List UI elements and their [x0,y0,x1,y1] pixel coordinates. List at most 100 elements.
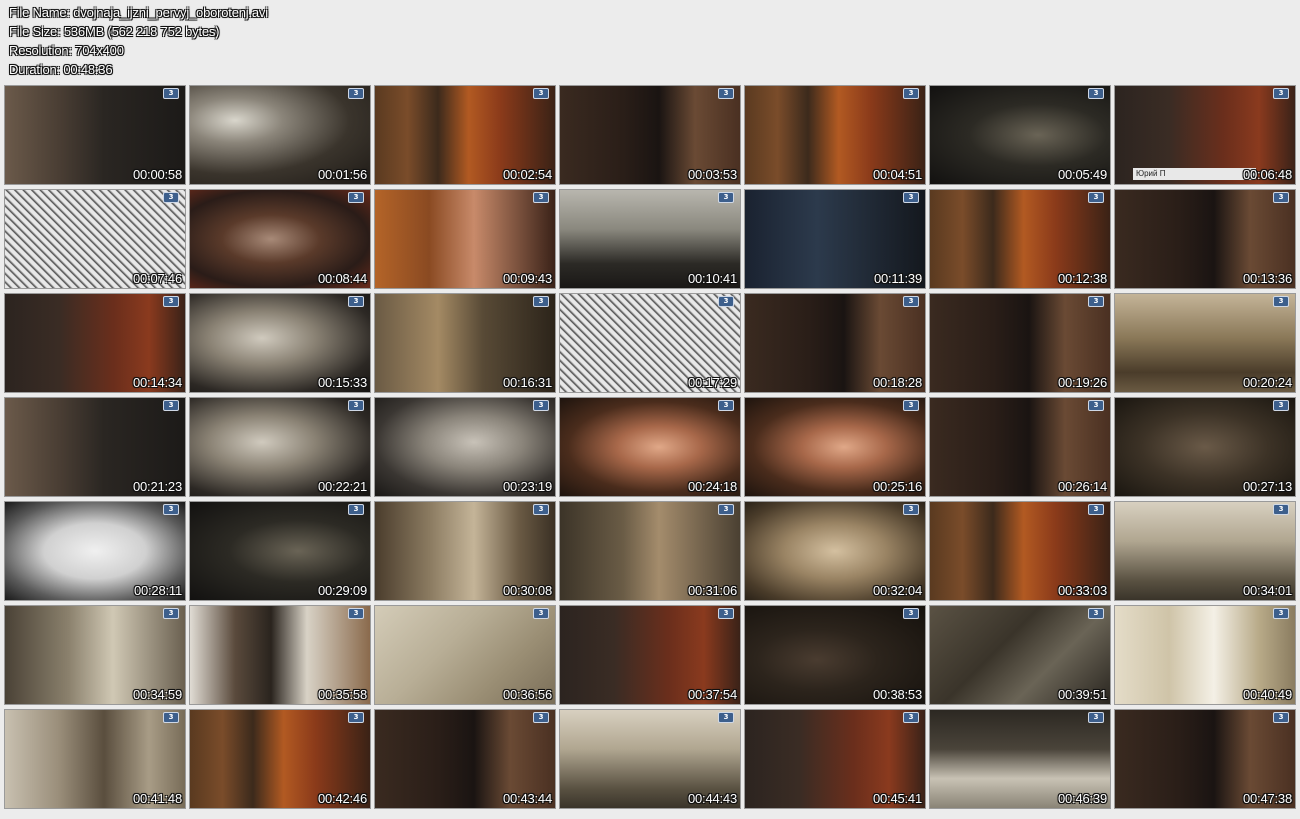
thumbnail-frame[interactable]: 3 00:01:56 [189,85,371,185]
channel-logo-icon: 3 [718,296,734,307]
thumbnail-frame[interactable]: 3 00:34:01 [1114,501,1296,601]
thumbnail-frame[interactable]: 3 00:46:39 [929,709,1111,809]
channel-logo-icon: 3 [1088,608,1104,619]
frame-timestamp: 00:38:53 [872,687,922,702]
thumbnail-frame[interactable]: 3 00:30:08 [374,501,556,601]
frame-timestamp: 00:13:36 [1242,271,1292,286]
thumbnail-frame[interactable]: 3 00:36:56 [374,605,556,705]
thumbnail-frame[interactable]: 3 00:15:33 [189,293,371,393]
thumbnail-frame[interactable]: 3 00:32:04 [744,501,926,601]
frame-timestamp: 00:20:24 [1242,375,1292,390]
channel-logo-icon: 3 [1088,192,1104,203]
thumbnail-frame[interactable]: 3 00:12:38 [929,189,1111,289]
thumbnail-frame[interactable]: 3 00:37:54 [559,605,741,705]
channel-logo-icon: 3 [1273,192,1289,203]
thumbnail-frame[interactable]: 3 Юрий П 00:06:48 [1114,85,1296,185]
channel-logo-icon: 3 [1273,296,1289,307]
frame-timestamp: 00:08:44 [317,271,367,286]
thumbnail-frame[interactable]: 3 00:17:29 [559,293,741,393]
thumbnail-frame[interactable]: 3 00:47:38 [1114,709,1296,809]
channel-logo-icon: 3 [1273,712,1289,723]
thumbnail-frame[interactable]: 3 00:34:59 [4,605,186,705]
duration-text: Duration: 00:48:36 [9,62,113,77]
thumbnail-frame[interactable]: 3 00:11:39 [744,189,926,289]
thumbnail-frame[interactable]: 3 00:08:44 [189,189,371,289]
thumbnail-frame[interactable]: 3 00:21:23 [4,397,186,497]
frame-timestamp: 00:28:11 [133,583,182,598]
thumbnail-frame[interactable]: 3 00:20:24 [1114,293,1296,393]
frame-timestamp: 00:09:43 [502,271,552,286]
channel-logo-icon: 3 [533,608,549,619]
thumbnail-frame[interactable]: 3 00:35:58 [189,605,371,705]
thumbnail-frame[interactable]: 3 00:07:46 [4,189,186,289]
thumbnail-frame[interactable]: 3 00:00:58 [4,85,186,185]
thumbnail-frame[interactable]: 3 00:38:53 [744,605,926,705]
thumbnail-frame[interactable]: 3 00:16:31 [374,293,556,393]
thumbnail-frame[interactable]: 3 00:02:54 [374,85,556,185]
frame-timestamp: 00:18:28 [872,375,922,390]
frame-timestamp: 00:29:09 [317,583,367,598]
channel-logo-icon: 3 [163,400,179,411]
channel-logo-icon: 3 [1088,296,1104,307]
frame-timestamp: 00:43:44 [502,791,552,806]
thumbnail-frame[interactable]: 3 00:28:11 [4,501,186,601]
channel-logo-icon: 3 [1273,88,1289,99]
thumbnail-frame[interactable]: 3 00:39:51 [929,605,1111,705]
thumbnail-frame[interactable]: 3 00:42:46 [189,709,371,809]
frame-timestamp: 00:11:39 [873,271,922,286]
frame-timestamp: 00:22:21 [317,479,367,494]
thumbnail-frame[interactable]: 3 00:43:44 [374,709,556,809]
channel-logo-icon: 3 [718,400,734,411]
channel-logo-icon: 3 [348,296,364,307]
channel-logo-icon: 3 [718,608,734,619]
channel-logo-icon: 3 [163,192,179,203]
thumbnail-frame[interactable]: 3 00:23:19 [374,397,556,497]
thumbnail-frame[interactable]: 3 00:31:06 [559,501,741,601]
thumbnail-frame[interactable]: 3 00:18:28 [744,293,926,393]
thumbnail-frame[interactable]: 3 00:14:34 [4,293,186,393]
frame-timestamp: 00:10:41 [687,271,737,286]
frame-timestamp: 00:06:48 [1242,167,1292,182]
channel-logo-icon: 3 [1273,608,1289,619]
frame-timestamp: 00:07:46 [132,271,182,286]
thumbnail-frame[interactable]: 3 00:26:14 [929,397,1111,497]
thumbnail-frame[interactable]: 3 00:22:21 [189,397,371,497]
channel-logo-icon: 3 [718,192,734,203]
thumbnail-frame[interactable]: 3 00:10:41 [559,189,741,289]
thumbnail-frame[interactable]: 3 00:24:18 [559,397,741,497]
thumbnail-frame[interactable]: 3 00:03:53 [559,85,741,185]
channel-logo-icon: 3 [903,296,919,307]
frame-timestamp: 00:30:08 [502,583,552,598]
thumbnail-frame[interactable]: 3 00:40:49 [1114,605,1296,705]
frame-timestamp: 00:14:34 [132,375,182,390]
thumbnail-frame[interactable]: 3 00:09:43 [374,189,556,289]
frame-timestamp: 00:21:23 [132,479,182,494]
frame-timestamp: 00:34:59 [132,687,182,702]
frame-timestamp: 00:47:38 [1242,791,1292,806]
thumbnail-frame[interactable]: 3 00:19:26 [929,293,1111,393]
channel-logo-icon: 3 [903,88,919,99]
channel-logo-icon: 3 [903,712,919,723]
frame-timestamp: 00:00:58 [132,167,182,182]
channel-logo-icon: 3 [533,88,549,99]
thumbnail-frame[interactable]: 3 00:04:51 [744,85,926,185]
frame-timestamp: 00:16:31 [502,375,552,390]
frame-timestamp: 00:25:16 [872,479,922,494]
channel-logo-icon: 3 [533,400,549,411]
thumbnail-frame[interactable]: 3 00:27:13 [1114,397,1296,497]
thumbnail-frame[interactable]: 3 00:25:16 [744,397,926,497]
thumbnail-frame[interactable]: 3 00:05:49 [929,85,1111,185]
thumbnail-frame[interactable]: 3 00:13:36 [1114,189,1296,289]
thumbnail-frame[interactable]: 3 00:41:48 [4,709,186,809]
channel-logo-icon: 3 [718,88,734,99]
thumbnail-frame[interactable]: 3 00:45:41 [744,709,926,809]
frame-timestamp: 00:23:19 [502,479,552,494]
frame-timestamp: 00:39:51 [1057,687,1107,702]
thumbnail-frame[interactable]: 3 00:44:43 [559,709,741,809]
thumbnail-frame[interactable]: 3 00:33:03 [929,501,1111,601]
channel-logo-icon: 3 [163,712,179,723]
resolution-text: Resolution: 704x400 [9,43,124,58]
frame-timestamp: 00:19:26 [1057,375,1107,390]
thumbnail-frame[interactable]: 3 00:29:09 [189,501,371,601]
channel-logo-icon: 3 [903,608,919,619]
